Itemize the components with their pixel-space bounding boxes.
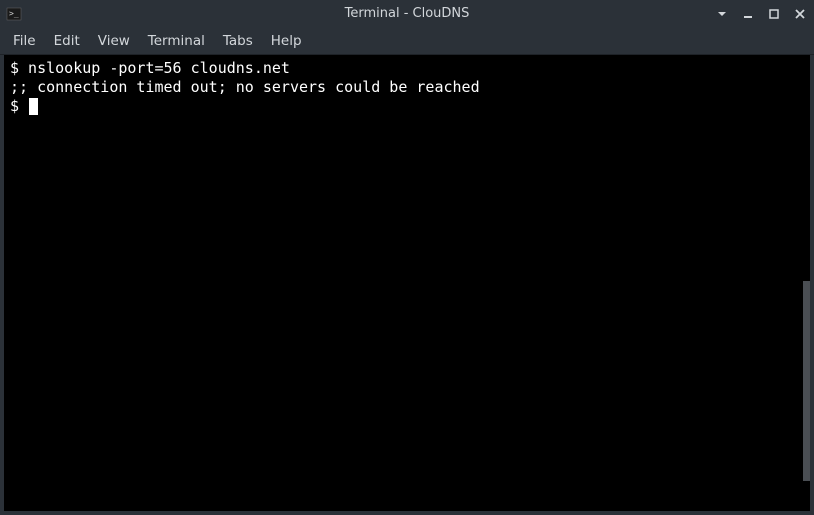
window-title: Terminal - ClouDNS [345, 6, 470, 21]
terminal-cursor [29, 98, 38, 115]
menu-terminal[interactable]: Terminal [139, 29, 214, 53]
maximize-button[interactable] [766, 6, 782, 22]
terminal-app-icon: >_ [6, 6, 22, 22]
window-menu-button[interactable] [714, 6, 730, 22]
menu-edit[interactable]: Edit [45, 29, 89, 53]
menu-tabs[interactable]: Tabs [214, 29, 262, 53]
terminal-prompt: $ [10, 97, 28, 115]
window-controls [714, 6, 808, 22]
titlebar: >_ Terminal - ClouDNS [0, 0, 814, 27]
terminal-viewport[interactable]: $ nslookup -port=56 cloudns.net ;; conne… [4, 55, 810, 511]
minimize-button[interactable] [740, 6, 756, 22]
terminal-line: ;; connection timed out; no servers coul… [10, 78, 804, 97]
menu-file[interactable]: File [4, 29, 45, 53]
svg-text:>_: >_ [9, 9, 19, 18]
menubar: File Edit View Terminal Tabs Help [0, 27, 814, 55]
terminal-prompt-line: $ [10, 97, 804, 116]
close-button[interactable] [792, 6, 808, 22]
terminal-line: $ nslookup -port=56 cloudns.net [10, 59, 804, 78]
menu-help[interactable]: Help [262, 29, 311, 53]
scrollbar[interactable] [802, 55, 810, 511]
scrollbar-thumb[interactable] [803, 281, 810, 481]
menu-view[interactable]: View [89, 29, 139, 53]
